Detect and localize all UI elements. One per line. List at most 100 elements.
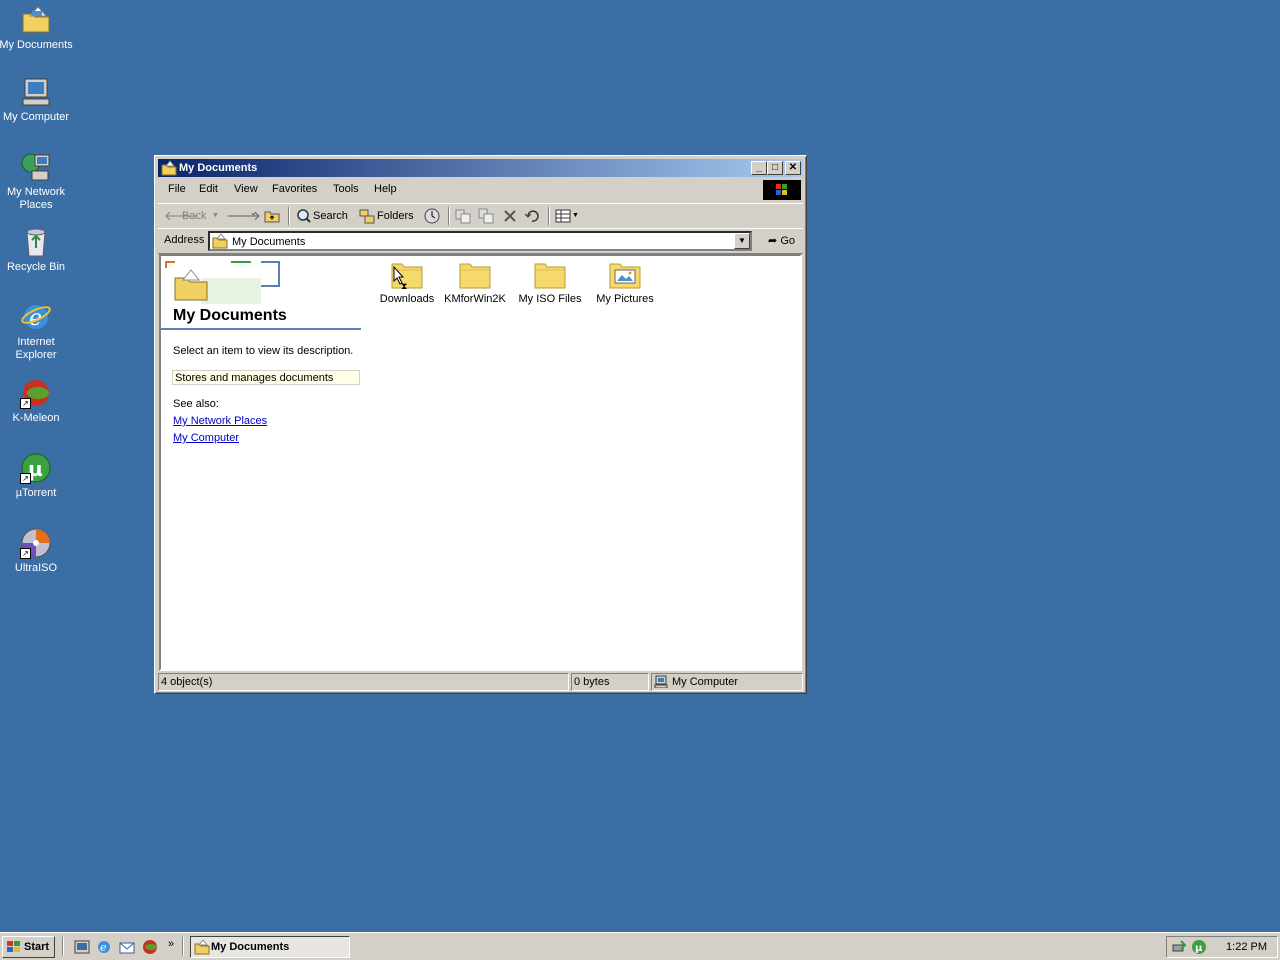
pane-divider bbox=[161, 328, 361, 330]
desktop-icon-internet-explorer[interactable]: e Internet Explorer bbox=[0, 301, 73, 362]
desktop-icon-ultraiso[interactable]: ↗ UltraISO bbox=[0, 527, 73, 575]
desktop-icon-label: My Network Places bbox=[6, 186, 66, 211]
my-documents-banner-icon bbox=[165, 261, 280, 304]
copy-to-icon bbox=[478, 208, 494, 224]
forward-dropdown-icon: ▼ bbox=[250, 212, 257, 219]
my-computer-icon bbox=[654, 675, 668, 688]
my-documents-icon bbox=[212, 233, 228, 249]
file-item-my-pictures[interactable]: My Pictures bbox=[587, 258, 663, 305]
my-documents-icon bbox=[20, 4, 52, 36]
outlook-express-icon[interactable] bbox=[119, 939, 135, 955]
taskbar-button-label: My Documents bbox=[211, 941, 290, 953]
views-dropdown-icon: ▼ bbox=[572, 212, 579, 219]
desktop-icon-my-computer[interactable]: My Computer bbox=[0, 76, 73, 124]
views-button[interactable]: ▼ bbox=[555, 208, 581, 224]
menu-favorites[interactable]: Favorites bbox=[272, 183, 317, 195]
status-size: 0 bytes bbox=[571, 673, 649, 691]
status-object-count: 4 object(s) bbox=[158, 673, 569, 691]
taskbar-separator bbox=[62, 937, 64, 955]
link-my-network-places[interactable]: My Network Places bbox=[173, 415, 267, 427]
file-item-label: My ISO Files bbox=[518, 293, 582, 305]
pictures-folder-icon bbox=[608, 258, 642, 290]
pane-info-box: Stores and manages documents bbox=[172, 370, 360, 385]
explorer-window: My Documents _ □ ✕ File Edit View Favori… bbox=[154, 155, 807, 694]
address-bar: Address My Documents ▼ ➦ Go bbox=[158, 228, 803, 254]
quicklaunch-chevron[interactable]: » bbox=[168, 938, 174, 950]
undo-icon bbox=[524, 210, 539, 222]
start-button[interactable]: Start bbox=[2, 936, 55, 958]
windows-logo-icon bbox=[763, 180, 801, 200]
menu-view[interactable]: View bbox=[234, 183, 258, 195]
windows-flag-icon bbox=[7, 941, 20, 952]
desktop-icon-k-meleon[interactable]: ↗ K-Meleon bbox=[0, 377, 73, 425]
pane-description: Select an item to view its description. bbox=[173, 345, 354, 357]
desktop-icon-recycle-bin[interactable]: Recycle Bin bbox=[0, 226, 73, 274]
web-view-pane: My Documents Select an item to view its … bbox=[161, 256, 371, 669]
network-places-icon bbox=[20, 151, 52, 183]
address-value: My Documents bbox=[232, 236, 306, 248]
internet-explorer-icon[interactable]: e bbox=[96, 939, 112, 955]
folder-icon bbox=[533, 258, 567, 290]
search-label: Search bbox=[313, 210, 348, 222]
status-zone-label: My Computer bbox=[672, 676, 739, 688]
move-to-button[interactable] bbox=[455, 208, 473, 224]
file-item-label: KMforWin2K bbox=[444, 293, 506, 305]
link-my-computer[interactable]: My Computer bbox=[173, 432, 239, 444]
address-dropdown-button[interactable]: ▼ bbox=[734, 233, 750, 249]
close-button[interactable]: ✕ bbox=[785, 161, 801, 175]
my-documents-icon bbox=[194, 939, 210, 955]
minimize-button[interactable]: _ bbox=[751, 161, 767, 175]
k-meleon-quicklaunch-icon[interactable] bbox=[142, 939, 158, 955]
forward-button[interactable]: 🡒 ▼ bbox=[226, 208, 261, 224]
file-item-downloads[interactable]: ⧗ Downloads bbox=[369, 258, 445, 305]
status-zone: My Computer bbox=[651, 673, 803, 691]
see-also-label: See also: bbox=[173, 398, 219, 410]
file-item-kmforwin2k[interactable]: KMforWin2K bbox=[437, 258, 513, 305]
views-icon bbox=[555, 209, 571, 223]
up-folder-button[interactable] bbox=[264, 208, 282, 224]
shortcut-arrow-icon: ↗ bbox=[20, 548, 31, 559]
menu-file[interactable]: File bbox=[168, 183, 186, 195]
svg-text:e: e bbox=[100, 941, 107, 954]
svg-text:⧗: ⧗ bbox=[401, 282, 407, 290]
utorrent-tray-icon[interactable]: µ bbox=[1191, 939, 1207, 955]
menu-help[interactable]: Help bbox=[374, 183, 397, 195]
toolbar-separator bbox=[288, 207, 290, 225]
taskbar: Start e » My Documents µ 1:22 PM bbox=[0, 932, 1280, 960]
show-desktop-icon[interactable] bbox=[74, 939, 90, 955]
my-computer-icon bbox=[20, 76, 52, 108]
file-item-my-iso-files[interactable]: My ISO Files bbox=[512, 258, 588, 305]
back-label: Back bbox=[182, 210, 207, 222]
file-item-label: Downloads bbox=[379, 293, 435, 305]
menu-tools[interactable]: Tools bbox=[333, 183, 359, 195]
shortcut-arrow-icon: ↗ bbox=[20, 473, 31, 484]
mouse-cursor-icon: ⧗ bbox=[393, 266, 407, 290]
folders-button[interactable]: Folders bbox=[359, 208, 415, 224]
menu-edit[interactable]: Edit bbox=[199, 183, 218, 195]
start-label: Start bbox=[24, 941, 50, 953]
title-bar[interactable]: My Documents _ □ ✕ bbox=[158, 159, 803, 177]
desktop-icon-my-network-places[interactable]: My Network Places bbox=[0, 151, 73, 212]
maximize-button[interactable]: □ bbox=[767, 161, 783, 175]
address-field[interactable]: My Documents ▼ bbox=[208, 231, 752, 251]
folder-icon: ⧗ bbox=[390, 258, 424, 290]
folder-content: My Documents Select an item to view its … bbox=[159, 254, 802, 671]
undo-button[interactable] bbox=[524, 208, 542, 224]
desktop-icon-label: Recycle Bin bbox=[6, 261, 66, 273]
desktop-icon-utorrent[interactable]: µ ↗ µTorrent bbox=[0, 452, 73, 500]
desktop-icon-label: Internet Explorer bbox=[15, 336, 57, 361]
clock[interactable]: 1:22 PM bbox=[1226, 941, 1267, 953]
history-button[interactable] bbox=[424, 208, 442, 224]
taskbar-button-my-documents[interactable]: My Documents bbox=[190, 936, 350, 958]
safely-remove-hardware-icon[interactable] bbox=[1171, 939, 1187, 955]
back-button[interactable]: 🡐 Back ▼ bbox=[164, 208, 219, 224]
address-label: Address bbox=[164, 234, 205, 246]
desktop-icon-my-documents[interactable]: My Documents bbox=[0, 4, 73, 52]
svg-text:µ: µ bbox=[1195, 943, 1203, 954]
go-button[interactable]: ➦ Go bbox=[768, 234, 795, 247]
desktop-icon-label: µTorrent bbox=[15, 487, 57, 499]
delete-button[interactable] bbox=[502, 208, 518, 224]
search-button[interactable]: Search bbox=[296, 208, 350, 224]
copy-to-button[interactable] bbox=[478, 208, 496, 224]
window-title: My Documents bbox=[179, 162, 258, 174]
